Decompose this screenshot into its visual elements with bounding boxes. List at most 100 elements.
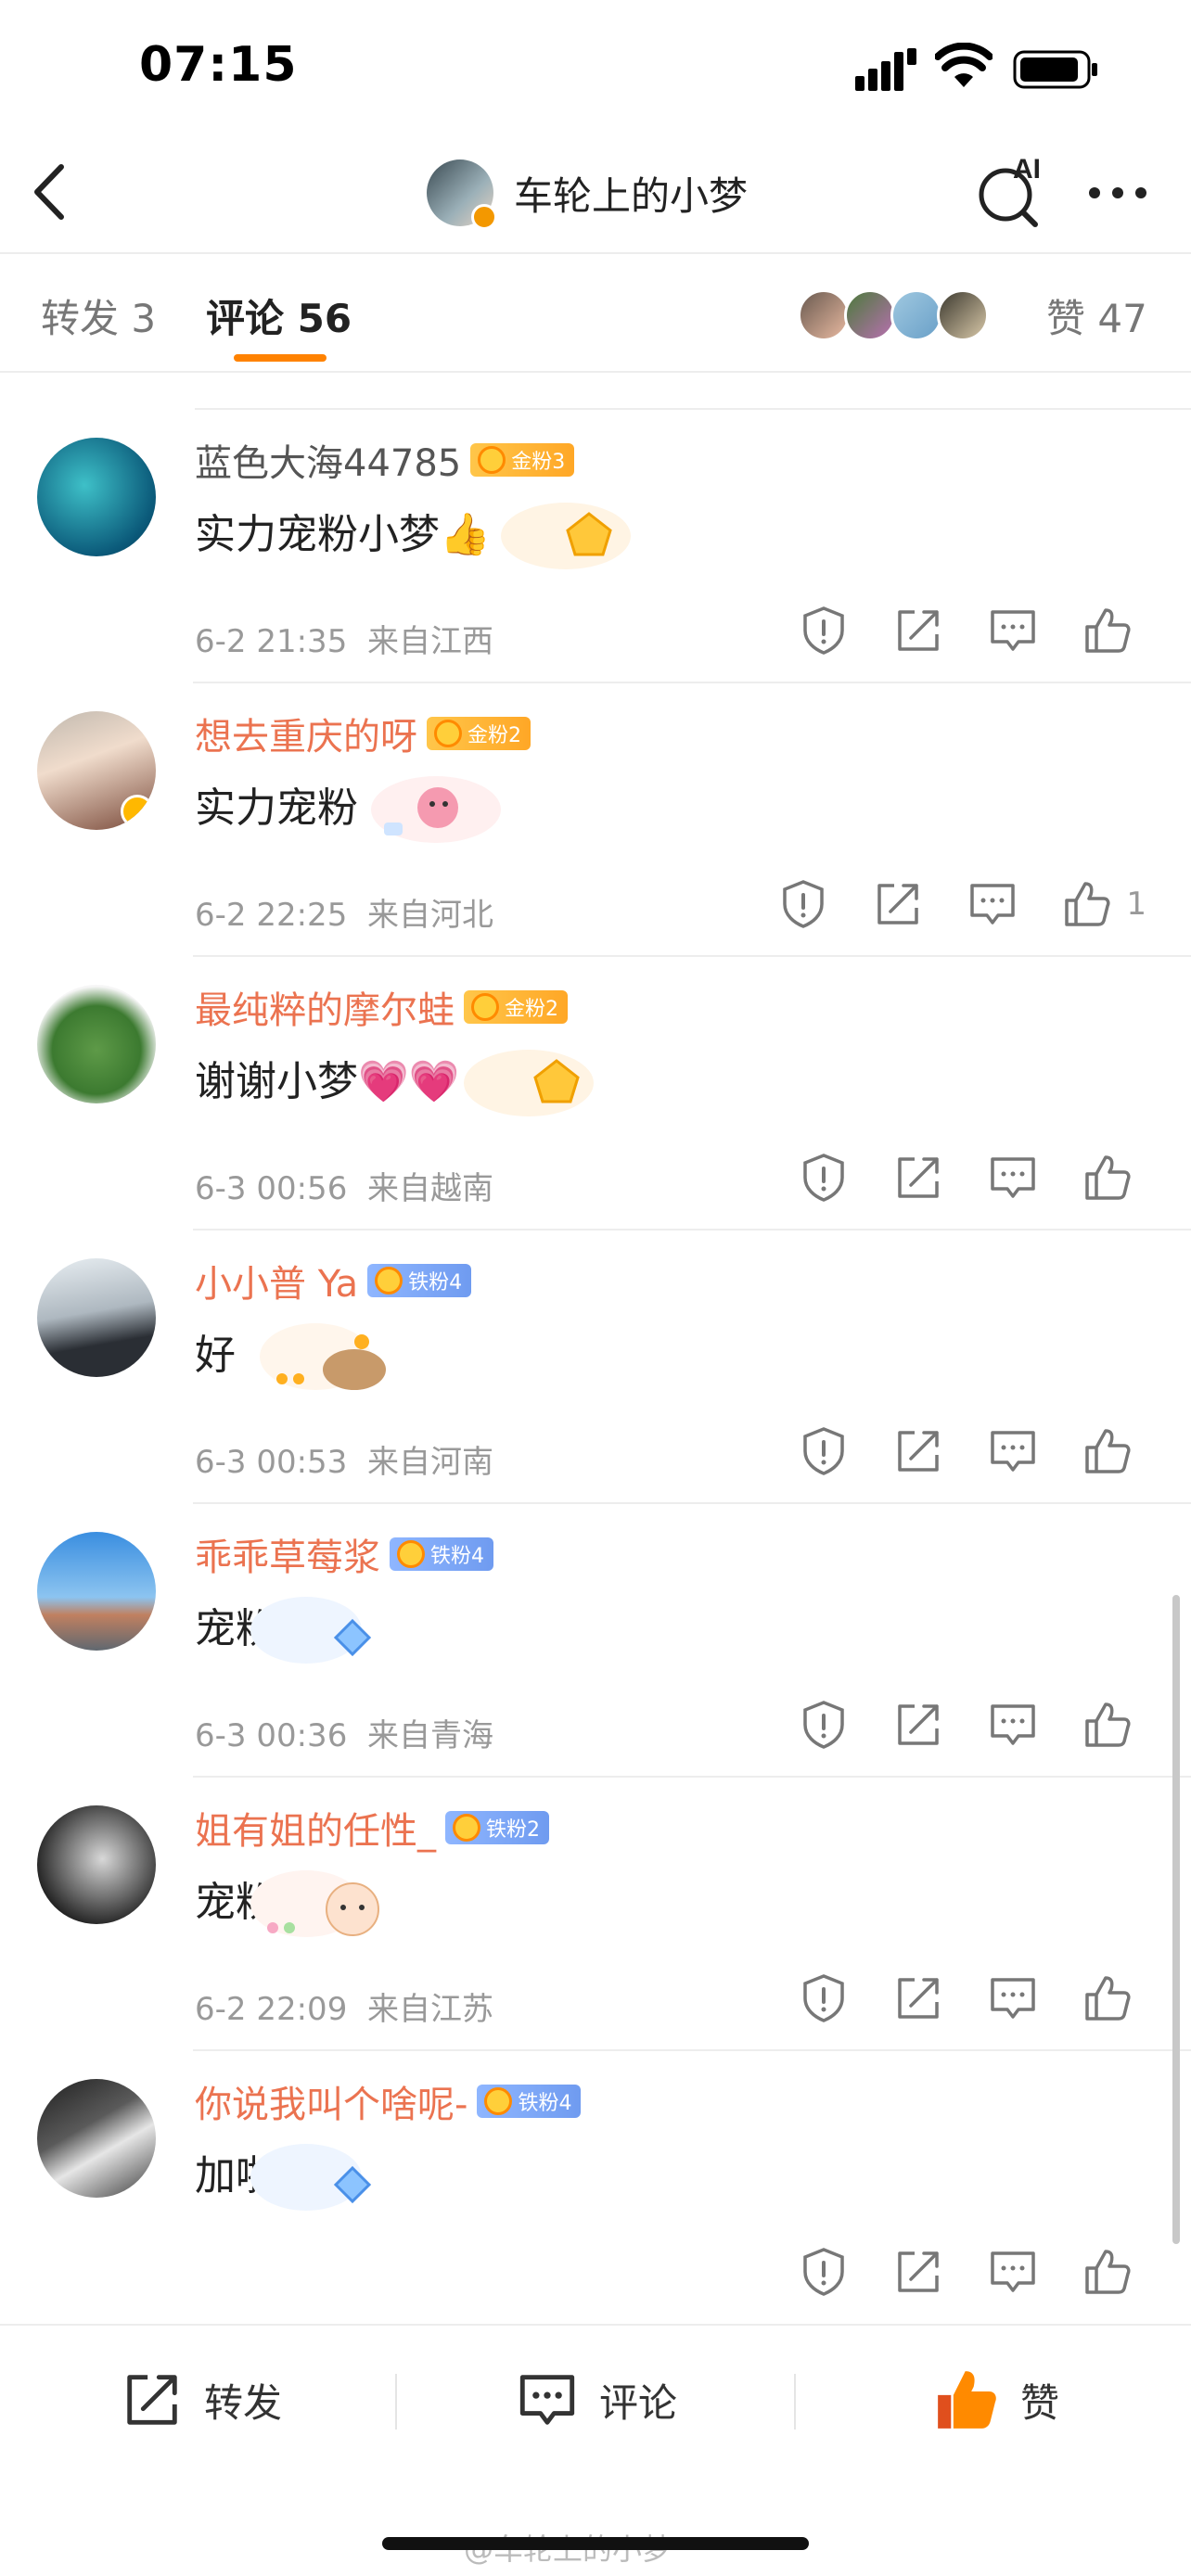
comment-item[interactable]: 乖乖草莓浆 铁粉4 宠粉 6-3 00:36 来自青海: [0, 1504, 1191, 1778]
piglet-sticker-icon: [250, 1870, 379, 1937]
avatar[interactable]: [37, 2079, 156, 2198]
fan-badge: 金粉2: [427, 717, 531, 750]
username[interactable]: 蓝色大海44785: [195, 433, 461, 487]
like-icon[interactable]: [1082, 2246, 1133, 2298]
pink-creature-sticker-icon: [371, 776, 501, 843]
fan-badge: 金粉3: [470, 443, 575, 477]
repost-label: 转发: [204, 2379, 283, 2426]
comment-text: 好: [195, 1332, 236, 1379]
home-indicator[interactable]: [382, 2537, 809, 2550]
nav-bar: 车轮上的小梦 AI: [0, 139, 1191, 252]
comment-actions: 1: [735, 878, 1146, 930]
like-icon[interactable]: [1082, 1972, 1133, 2024]
reply-icon[interactable]: [987, 605, 1039, 657]
avatar: [890, 289, 942, 341]
reply-icon[interactable]: [987, 1699, 1039, 1751]
like-icon[interactable]: [1082, 605, 1133, 657]
comment-actions: [755, 1699, 1146, 1751]
comment-actions: [755, 2246, 1146, 2298]
username[interactable]: 想去重庆的呀: [195, 707, 417, 760]
comment-item[interactable]: 最纯粹的摩尔蛙 金粉2 谢谢小梦💗💗 6-3 00:56 来自越南: [0, 957, 1191, 1231]
avatar[interactable]: [37, 985, 156, 1103]
profile-header[interactable]: 车轮上的小梦: [427, 156, 748, 230]
crown-icon: [471, 993, 499, 1021]
tab-bar: 转发 3 评论 56 赞 47: [0, 252, 1191, 373]
cellular-signal-icon: [855, 48, 916, 91]
repost-button[interactable]: 转发: [121, 2363, 282, 2437]
comment-item[interactable]: 蓝色大海44785 金粉3 实力宠粉小梦👍 6-2 21:35 来自江西: [0, 410, 1191, 683]
report-icon[interactable]: [798, 1425, 850, 1477]
report-icon[interactable]: [777, 878, 829, 930]
avatar: [798, 289, 850, 341]
avatar[interactable]: [427, 159, 497, 230]
comment-list[interactable]: 蓝色大海44785 金粉3 实力宠粉小梦👍 6-2 21:35 来自江西 想去重庆…: [0, 373, 1191, 2324]
comment-item[interactable]: 你说我叫个啥呢- 铁粉4 加啦: [0, 2051, 1191, 2324]
report-icon[interactable]: [798, 605, 850, 657]
like-icon[interactable]: [1082, 1152, 1133, 1204]
blue-diamond-sticker-icon: [250, 1597, 372, 1664]
fan-badge: 金粉2: [464, 990, 568, 1024]
tab-repost[interactable]: 转发 3: [41, 287, 156, 344]
comment-meta: 6-2 21:35 来自江西: [195, 623, 493, 660]
comment-meta: 6-3 00:36 来自青海: [195, 1717, 493, 1754]
comment-text: 实力宠粉: [195, 784, 358, 832]
share-icon[interactable]: [892, 2246, 944, 2298]
username[interactable]: 最纯粹的摩尔蛙: [195, 980, 455, 1034]
status-time: 07:15: [139, 37, 298, 93]
comment-meta: [195, 2257, 215, 2294]
verified-badge-icon: [471, 204, 497, 230]
comment-icon: [519, 2375, 575, 2425]
like-filled-icon: [938, 2371, 996, 2429]
share-icon[interactable]: [892, 1972, 944, 2024]
username[interactable]: 小小普 Ya: [195, 1254, 358, 1307]
reply-icon[interactable]: [987, 1972, 1039, 2024]
more-options-icon[interactable]: [1085, 184, 1150, 202]
like-icon[interactable]: [1061, 878, 1113, 930]
share-icon[interactable]: [892, 1699, 944, 1751]
username[interactable]: 乖乖草莓浆: [195, 1527, 380, 1581]
comment-label: 评论: [599, 2379, 678, 2426]
liker-avatars[interactable]: [798, 289, 989, 341]
comment-item[interactable]: 姐有姐的任性_ 铁粉2 宠粉 6-2 22:09 来自江苏: [0, 1778, 1191, 2051]
avatar[interactable]: [37, 711, 156, 830]
comment-item[interactable]: 小小普 Ya 铁粉4 好 6-3 00:53 来自河南: [0, 1231, 1191, 1504]
comment-meta: 6-3 00:53 来自河南: [195, 1444, 493, 1481]
avatar[interactable]: [37, 438, 156, 556]
gold-diamond-sticker-icon: [464, 1050, 594, 1116]
tab-likes[interactable]: 赞 47: [1046, 287, 1147, 344]
wifi-icon: [935, 43, 992, 87]
share-icon[interactable]: [892, 1425, 944, 1477]
avatar[interactable]: [37, 1805, 156, 1924]
comment-item[interactable]: 想去重庆的呀 金粉2 实力宠粉 6-2 22:25 来自河北 1: [0, 683, 1191, 957]
like-button[interactable]: 赞: [933, 2363, 1059, 2437]
crown-icon: [478, 446, 506, 474]
tab-comment[interactable]: 评论 56: [206, 287, 352, 344]
bottom-toolbar: 转发 评论 赞: [0, 2324, 1191, 2472]
like-icon[interactable]: [1082, 1425, 1133, 1477]
report-icon[interactable]: [798, 1699, 850, 1751]
like-icon[interactable]: [1082, 1699, 1133, 1751]
comment-meta: 6-2 22:25 来自河北: [195, 897, 493, 934]
avatar[interactable]: [37, 1258, 156, 1377]
report-icon[interactable]: [798, 2246, 850, 2298]
fan-badge: 铁粉2: [445, 1811, 549, 1844]
crown-icon: [434, 720, 462, 747]
reply-icon[interactable]: [987, 1152, 1039, 1204]
reply-icon[interactable]: [987, 2246, 1039, 2298]
comment-button[interactable]: 评论: [516, 2363, 677, 2437]
reply-icon[interactable]: [987, 1425, 1039, 1477]
share-icon[interactable]: [872, 878, 924, 930]
back-arrow-icon[interactable]: [28, 159, 74, 224]
username[interactable]: 姐有姐的任性_: [195, 1801, 436, 1855]
avatar[interactable]: [37, 1532, 156, 1651]
comment-actions: [755, 1425, 1146, 1477]
report-icon[interactable]: [798, 1152, 850, 1204]
report-icon[interactable]: [798, 1972, 850, 2024]
scrollbar[interactable]: [1172, 1595, 1180, 2244]
battery-icon: [1013, 50, 1097, 89]
share-icon[interactable]: [892, 1152, 944, 1204]
reply-icon[interactable]: [967, 878, 1018, 930]
username[interactable]: 你说我叫个啥呢-: [195, 2074, 467, 2128]
ai-search-icon[interactable]: AI: [976, 154, 1050, 228]
share-icon[interactable]: [892, 605, 944, 657]
